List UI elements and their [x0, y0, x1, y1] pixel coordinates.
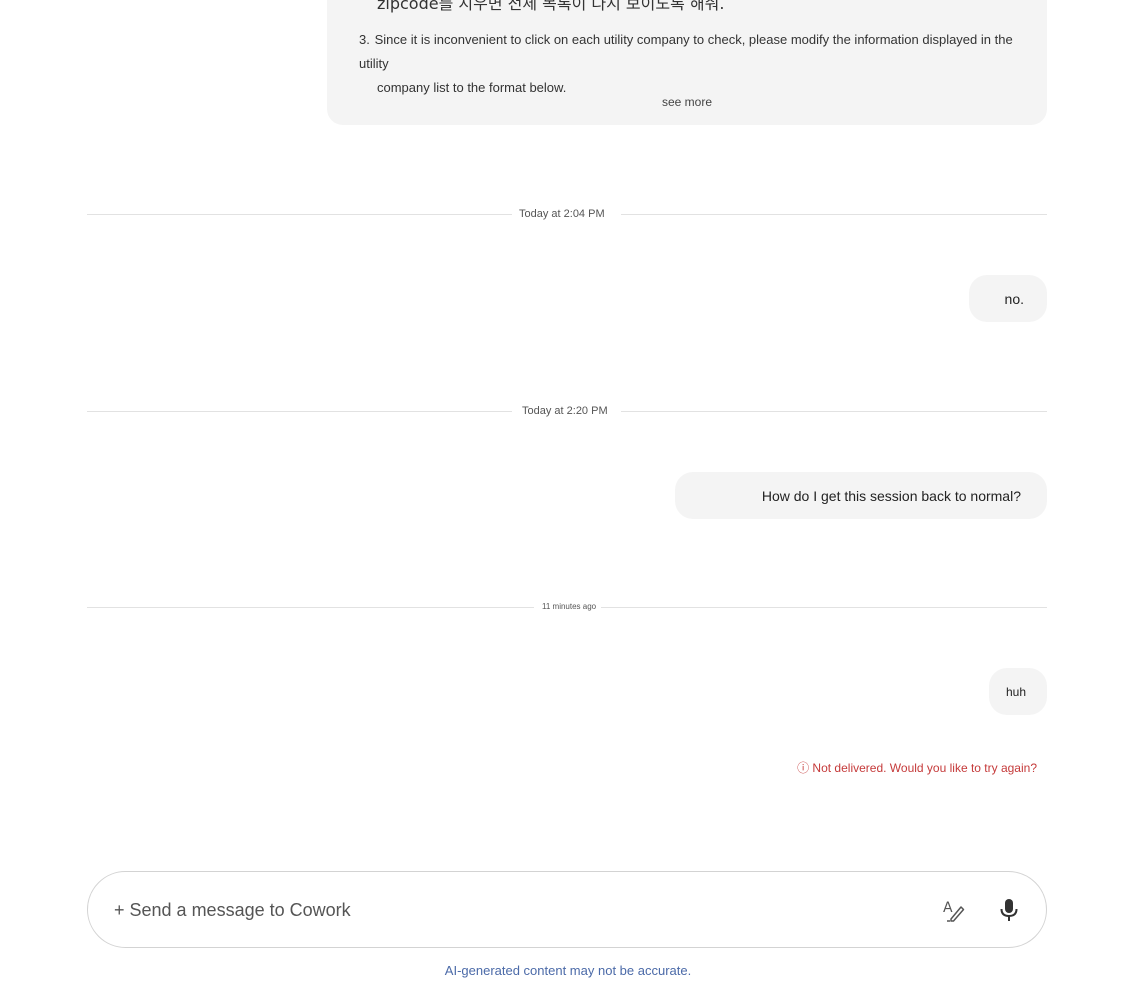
user-message-bubble: How do I get this session back to normal… — [675, 472, 1047, 519]
timestamp: 11 minutes ago — [542, 602, 597, 611]
list-item: 3. Since it is inconvenient to click on … — [359, 28, 1027, 100]
user-message-bubble: huh — [989, 668, 1047, 715]
message-composer: A — [87, 871, 1047, 948]
spellcheck-icon[interactable]: A — [938, 894, 970, 926]
time-divider: Today at 2:04 PM — [87, 208, 1047, 220]
microphone-icon[interactable] — [993, 894, 1025, 926]
svg-text:A: A — [943, 900, 953, 916]
message-text: zipcode를 지우면 전체 목록이 다시 보이도록 해줘. — [377, 0, 725, 13]
list-number: 3. — [359, 32, 370, 47]
message-text: no. — [1004, 290, 1024, 307]
list-item-text: Since it is inconvenient to click on eac… — [359, 32, 1013, 71]
message-text: huh — [1005, 684, 1026, 699]
message-text: How do I get this session back to normal… — [761, 487, 1021, 504]
not-delivered-retry[interactable]: ⓘ Not delivered. Would you like to try a… — [797, 759, 1037, 776]
chat-page: zipcode를 지우면 전체 목록이 다시 보이도록 해줘. 3. Since… — [0, 0, 1136, 990]
error-text: Not delivered. Would you like to try aga… — [812, 761, 1037, 775]
info-icon: ⓘ — [797, 761, 810, 775]
previous-message-card: zipcode를 지우면 전체 목록이 다시 보이도록 해줘. 3. Since… — [327, 0, 1047, 125]
message-input[interactable] — [112, 894, 916, 926]
time-divider: Today at 2:20 PM — [87, 405, 1047, 417]
user-message-bubble: no. — [969, 275, 1047, 322]
see-more-link[interactable]: see more — [327, 95, 1047, 109]
timestamp: Today at 2:04 PM — [519, 208, 605, 220]
timestamp: Today at 2:20 PM — [522, 405, 608, 417]
ai-disclaimer: AI-generated content may not be accurate… — [444, 963, 692, 978]
time-divider: 11 minutes ago — [87, 602, 1047, 611]
